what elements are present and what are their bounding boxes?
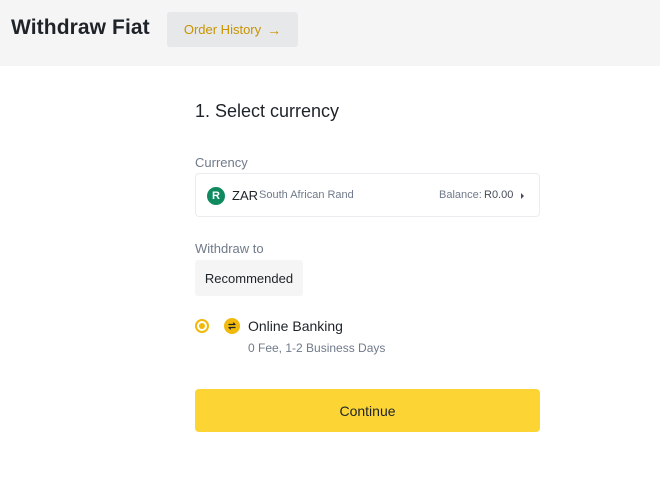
currency-label: Currency [195, 155, 248, 170]
order-history-label: Order History [183, 22, 262, 37]
currency-select[interactable]: R ZAR South African Rand Balance: R0.00 [195, 173, 540, 217]
transfer-icon [224, 318, 240, 334]
currency-code: ZAR [232, 188, 258, 203]
payment-method-details: 0 Fee, 1-2 Business Days [248, 341, 386, 355]
payment-method-title[interactable]: Online Banking [248, 318, 343, 334]
step-title: 1. Select currency [195, 101, 340, 121]
tab-recommended[interactable]: Recommended [195, 260, 303, 296]
page-title: Withdraw Fiat [11, 16, 150, 39]
caret-right-icon [521, 193, 524, 199]
balance-value: R0.00 [484, 189, 514, 201]
withdraw-to-label: Withdraw to [195, 241, 264, 256]
arrow-right-icon: → [267, 21, 282, 38]
online-banking-radio[interactable] [195, 319, 209, 333]
balance-label: Balance: [439, 189, 482, 201]
continue-button[interactable]: Continue [195, 389, 540, 432]
zar-coin-icon: R [207, 187, 225, 205]
top-bar: Withdraw Fiat Order History → [0, 0, 660, 66]
order-history-button[interactable]: Order History → [167, 12, 298, 47]
currency-name: South African Rand [259, 189, 354, 201]
